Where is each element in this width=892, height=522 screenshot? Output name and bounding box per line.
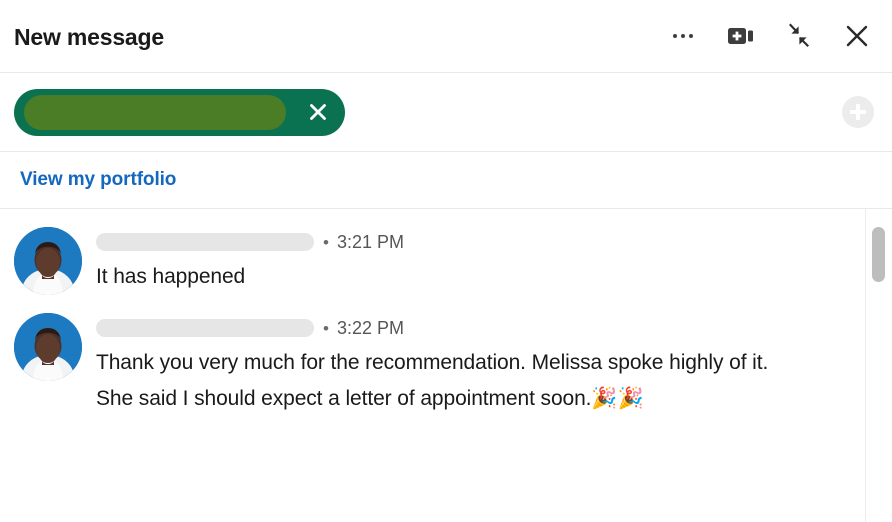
meta-separator: •	[323, 318, 329, 338]
close-window-button[interactable]	[842, 21, 872, 51]
sender-name-redaction	[96, 319, 314, 337]
window-header: New message	[0, 0, 892, 73]
avatar-photo	[14, 227, 82, 295]
scrollbar-thumb[interactable]	[872, 227, 885, 282]
add-recipient-button[interactable]	[842, 96, 874, 128]
collapse-window-button[interactable]	[784, 21, 814, 51]
recipient-chip[interactable]	[14, 88, 345, 136]
message-text: It has happened	[96, 265, 246, 288]
view-portfolio-link[interactable]: View my portfolio	[20, 169, 176, 191]
portfolio-link-row: View my portfolio	[0, 152, 892, 209]
avatar-photo	[14, 313, 82, 381]
page-title: New message	[14, 23, 164, 50]
collapse-arrows-icon	[786, 23, 812, 49]
message-body: • 3:22 PM Thank you very much for the re…	[96, 313, 862, 417]
recipient-name-redaction	[24, 94, 286, 130]
message-item: • 3:22 PM Thank you very much for the re…	[0, 307, 892, 423]
message-list-scrollbar[interactable]	[865, 209, 892, 522]
header-actions	[668, 21, 878, 51]
new-message-window: New message View my portfolio • 3:21 PM …	[0, 0, 892, 522]
meta-separator: •	[323, 232, 329, 252]
sender-avatar[interactable]	[14, 227, 82, 295]
close-x-icon	[843, 22, 871, 50]
message-body: • 3:21 PM It has happened	[96, 227, 862, 295]
message-meta: • 3:22 PM	[96, 317, 862, 339]
remove-recipient-button[interactable]	[307, 101, 329, 123]
message-meta: • 3:21 PM	[96, 231, 862, 253]
message-text: Thank you very much for the recommendati…	[96, 351, 769, 410]
message-timestamp: 3:22 PM	[336, 318, 404, 338]
video-camera-plus-icon	[727, 25, 755, 47]
sender-name-redaction	[96, 233, 314, 251]
ellipsis-icon	[673, 34, 693, 38]
more-options-button[interactable]	[668, 21, 698, 51]
message-timestamp: 3:21 PM	[336, 232, 404, 252]
sender-avatar[interactable]	[14, 313, 82, 381]
recipient-row	[0, 73, 892, 152]
message-list: • 3:21 PM It has happened • 3:22 PM Than…	[0, 209, 892, 522]
message-item: • 3:21 PM It has happened	[0, 221, 892, 301]
video-message-button[interactable]	[726, 21, 756, 51]
close-x-icon	[310, 104, 326, 120]
